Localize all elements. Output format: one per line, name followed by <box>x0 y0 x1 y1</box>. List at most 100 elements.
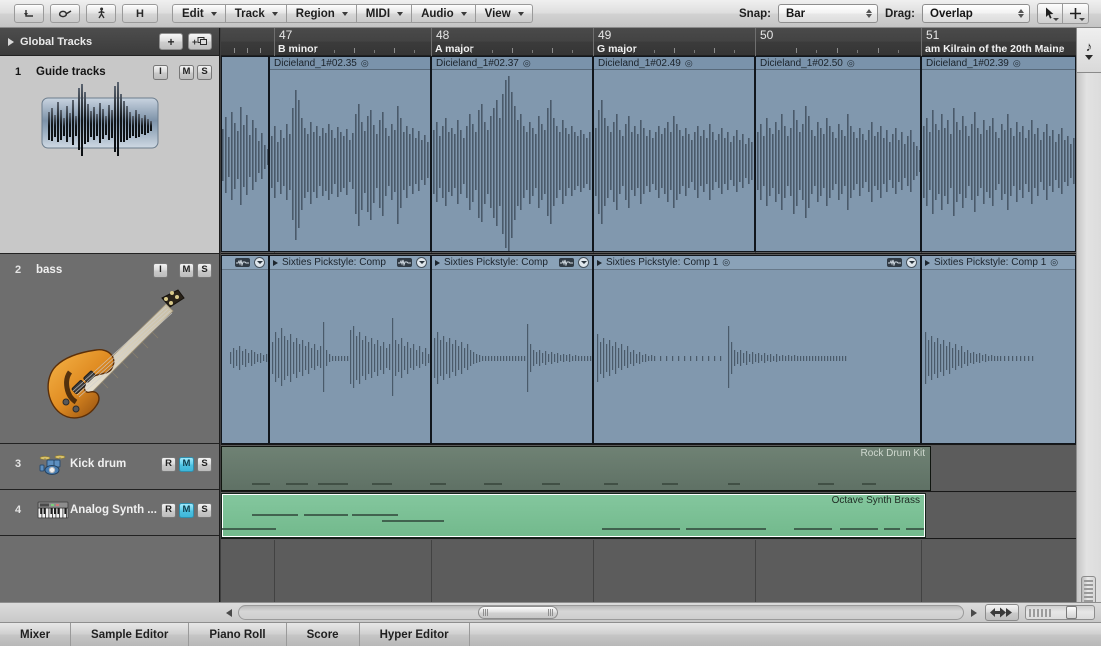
empty-track-area[interactable] <box>221 540 1076 602</box>
region-header[interactable]: Dicieland_1#02.39 ◎ <box>922 57 1075 70</box>
audio-region-1[interactable]: Dicieland_1#02.35 ◎ <box>269 56 431 252</box>
track-1-solo-button[interactable]: S <box>197 64 212 80</box>
track-2-input-button[interactable]: I <box>153 262 168 278</box>
waveform-chip-icon[interactable] <box>235 258 250 267</box>
tab-hyper-editor[interactable]: Hyper Editor <box>360 623 470 646</box>
tab-sample-editor[interactable]: Sample Editor <box>71 623 190 646</box>
region-header[interactable]: Dicieland_1#02.49 ◎ <box>594 57 754 70</box>
loop-icon[interactable]: ◎ <box>722 257 730 268</box>
track-name-4[interactable]: Analog Synth ... <box>70 504 161 516</box>
track-name-2[interactable]: bass <box>36 264 153 276</box>
track-4-mute-button[interactable]: M <box>179 502 194 518</box>
track-lane-1[interactable]: Dicieland_1#02.35 ◎ Dicieland_1#02.37 ◎ … <box>221 56 1076 254</box>
waveform-chip-icon[interactable] <box>887 258 902 267</box>
track-lane-2[interactable]: Sixties Pickstyle: Comp Sixties Pickstyl… <box>221 255 1076 445</box>
scroll-right-button[interactable] <box>966 605 981 620</box>
global-tracks-bar[interactable]: Global Tracks + + <box>0 28 220 56</box>
midi-region-octave-synth-brass[interactable]: Octave Synth Brass <box>221 493 926 538</box>
disclosure-triangle-icon[interactable] <box>8 37 14 46</box>
track-lane-4[interactable]: Octave Synth Brass <box>221 493 1076 539</box>
region-menu-icon[interactable] <box>254 257 265 268</box>
arrange-canvas[interactable]: Dicieland_1#02.35 ◎ Dicieland_1#02.37 ◎ … <box>221 56 1076 602</box>
loop-icon[interactable]: ◎ <box>847 58 855 69</box>
region-menu-icon[interactable] <box>578 257 589 268</box>
bass-region-1[interactable]: Sixties Pickstyle: Comp <box>269 255 431 444</box>
vertical-scrollbar[interactable] <box>1076 73 1101 602</box>
region-header[interactable]: Dicieland_1#02.50 ◎ <box>756 57 920 70</box>
region-header[interactable]: Dicieland_1#02.37 ◎ <box>432 57 592 70</box>
horizontal-zoom-slider[interactable] <box>1025 605 1095 620</box>
scroll-left-button[interactable] <box>221 605 236 620</box>
menu-view[interactable]: View <box>475 4 533 23</box>
menu-audio[interactable]: Audio <box>412 4 476 23</box>
add-multiple-tracks-button[interactable]: + <box>188 33 212 50</box>
audio-region-4[interactable]: Dicieland_1#02.50 ◎ <box>755 56 921 252</box>
walk-mode-button[interactable] <box>86 4 116 23</box>
region-header[interactable]: Sixties Pickstyle: Comp 1 ◎ <box>594 256 920 270</box>
loop-icon[interactable]: ◎ <box>1050 257 1058 268</box>
track-3-record-button[interactable]: R <box>161 456 176 472</box>
track-1-input-button[interactable]: I <box>153 64 168 80</box>
horizontal-zoom-knob[interactable] <box>1066 606 1077 619</box>
tab-score[interactable]: Score <box>287 623 360 646</box>
add-track-button[interactable]: + <box>159 33 183 50</box>
audio-region-partial[interactable] <box>221 56 269 252</box>
track-header-1[interactable]: 1 Guide tracks I M S <box>0 56 219 254</box>
region-menu-icon[interactable] <box>906 257 917 268</box>
track-3-solo-button[interactable]: S <box>197 456 212 472</box>
track-2-solo-button[interactable]: S <box>197 262 212 278</box>
play-triangle-icon[interactable] <box>273 259 278 266</box>
crosshair-tool-button[interactable] <box>1063 3 1089 24</box>
bass-region-partial[interactable] <box>221 255 269 444</box>
track-4-solo-button[interactable]: S <box>197 502 212 518</box>
pointer-tool-button[interactable] <box>1037 3 1063 24</box>
bass-region-2[interactable]: Sixties Pickstyle: Comp <box>431 255 593 444</box>
waveform-chip-icon[interactable] <box>559 258 574 267</box>
play-triangle-icon[interactable] <box>925 259 930 266</box>
bass-region-4[interactable]: Sixties Pickstyle: Comp 1 ◎ <box>921 255 1076 444</box>
region-menu-icon[interactable] <box>416 257 427 268</box>
hierarchy-button[interactable]: H <box>122 4 158 23</box>
track-name-3[interactable]: Kick drum <box>70 458 161 470</box>
track-4-record-button[interactable]: R <box>161 502 176 518</box>
region-header[interactable]: Sixties Pickstyle: Comp 1 ◎ <box>922 256 1075 270</box>
track-name-1[interactable]: Guide tracks <box>36 66 153 78</box>
track-header-2[interactable]: 2 bass I M S <box>0 254 219 444</box>
audio-region-3[interactable]: Dicieland_1#02.49 ◎ <box>593 56 755 252</box>
loop-icon[interactable]: ◎ <box>1013 58 1021 69</box>
menu-midi[interactable]: MIDI <box>356 4 413 23</box>
waveform-chip-icon[interactable] <box>397 258 412 267</box>
audio-region-2[interactable]: Dicieland_1#02.37 ◎ <box>431 56 593 252</box>
menu-region[interactable]: Region <box>286 4 357 23</box>
tab-mixer[interactable]: Mixer <box>0 623 72 646</box>
region-header[interactable]: Sixties Pickstyle: Comp <box>270 256 430 270</box>
region-header[interactable]: Dicieland_1#02.35 ◎ <box>270 57 430 70</box>
midi-region-rock-drum-kit[interactable]: Rock Drum Kit <box>221 446 931 491</box>
audio-region-5[interactable]: Dicieland_1#02.39 ◎ <box>921 56 1076 252</box>
track-header-3[interactable]: 3 Kick drum R M S <box>0 444 219 490</box>
region-header[interactable] <box>222 256 268 270</box>
menu-edit[interactable]: Edit <box>172 4 226 23</box>
chevron-down-icon[interactable] <box>1085 55 1093 60</box>
ruler-options-panel[interactable]: ♪ <box>1076 28 1101 73</box>
timeline-ruler[interactable]: 47 48 49 50 51 B minor A major G major a… <box>221 28 1076 56</box>
loop-icon[interactable]: ◎ <box>523 58 531 69</box>
track-2-mute-button[interactable]: M <box>179 262 194 278</box>
region-header[interactable]: Sixties Pickstyle: Comp <box>432 256 592 270</box>
tab-piano-roll[interactable]: Piano Roll <box>189 623 287 646</box>
play-triangle-icon[interactable] <box>435 259 440 266</box>
catch-playhead-button[interactable] <box>985 604 1019 621</box>
horizontal-scrollbar[interactable] <box>238 605 964 620</box>
note-icon[interactable]: ♪ <box>1086 40 1093 53</box>
track-3-mute-button[interactable]: M <box>179 456 194 472</box>
track-1-mute-button[interactable]: M <box>179 64 194 80</box>
drag-select[interactable]: Overlap <box>922 4 1030 23</box>
horizontal-scroll-thumb[interactable] <box>477 606 558 619</box>
chord-marker-band[interactable]: B minor A major G major am Kilrain of th… <box>221 42 1076 55</box>
play-triangle-icon[interactable] <box>597 259 602 266</box>
arrange-back-button[interactable] <box>14 4 44 23</box>
track-header-4[interactable]: 4 Analog Synth ... R M S <box>0 490 219 536</box>
bass-region-3[interactable]: Sixties Pickstyle: Comp 1 ◎ <box>593 255 921 444</box>
track-lane-3[interactable]: Rock Drum Kit <box>221 446 1076 492</box>
link-button[interactable] <box>50 4 80 23</box>
